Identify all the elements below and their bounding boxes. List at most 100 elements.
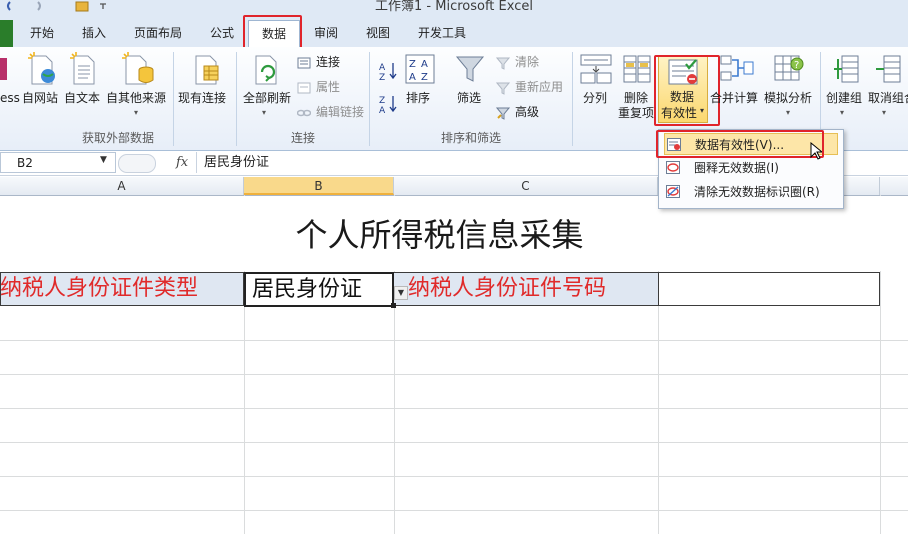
sort-label: 排序 <box>406 91 431 105</box>
refresh-all-button[interactable]: 全部刷新 ▾ <box>240 50 292 122</box>
advanced-filter-label: 高级 <box>515 105 540 119</box>
fill-handle[interactable] <box>391 303 396 308</box>
svg-text:A: A <box>379 63 386 73</box>
sort-az-icon: AZ <box>379 63 397 83</box>
what-if-analysis-button[interactable]: ? 模拟分析 ▾ <box>762 50 816 122</box>
ungroup-label: 取消组合 <box>868 91 908 105</box>
svg-text:A: A <box>379 106 386 115</box>
text-to-columns-icon <box>580 54 612 84</box>
sheet-title-cell[interactable]: 个人所得税信息采集 <box>244 210 635 260</box>
dropdown-arrow-icon: ▾ <box>134 108 139 117</box>
group-separator <box>572 52 573 146</box>
edit-links-label: 编辑链接 <box>316 105 365 119</box>
menu-item-label: 圈释无效数据(I) <box>694 161 779 175</box>
group-label-sort-filter: 排序和筛选 <box>440 131 501 145</box>
web-icon <box>28 52 55 85</box>
remove-duplicates-label-2: 重复项 <box>618 106 655 120</box>
tab-review[interactable]: 审阅 <box>306 20 346 47</box>
dropdown-arrow-icon: ▾ <box>882 108 887 117</box>
menu-item-label: 清除无效数据标识圈(R) <box>694 185 820 199</box>
column-header-a[interactable]: A <box>0 177 244 195</box>
svg-text:Z: Z <box>379 73 385 82</box>
consolidate-label: 合并计算 <box>710 91 759 105</box>
svg-text:A: A <box>421 59 428 70</box>
svg-text:Z: Z <box>421 72 428 83</box>
from-text-button[interactable]: 自文本 <box>64 50 104 122</box>
refresh-all-label: 全部刷新 <box>243 91 292 105</box>
from-access-button[interactable]: ess <box>0 50 20 122</box>
from-access-label: ess <box>0 91 20 105</box>
name-box[interactable]: B2 <box>0 152 116 173</box>
insert-function-icon[interactable]: fx <box>176 152 188 173</box>
remove-duplicates-label-1: 删除 <box>624 91 649 105</box>
cell-c2[interactable]: 纳税人身份证件号码 <box>408 273 606 305</box>
group-button[interactable]: 创建组 ▾ <box>824 50 866 122</box>
menu-item-circle-invalid[interactable]: 圈释无效数据(I) <box>664 157 838 179</box>
cell-dropdown-icon[interactable]: ▼ <box>394 286 408 300</box>
ungroup-button[interactable]: 取消组合 ▾ <box>866 50 908 122</box>
reapply-label: 重新应用 <box>515 80 564 94</box>
filter-label: 筛选 <box>457 91 482 105</box>
connections-icon <box>297 57 311 69</box>
group-icon <box>834 55 859 83</box>
existing-connection-icon <box>195 55 219 85</box>
tab-developer[interactable]: 开发工具 <box>411 20 473 47</box>
sort-button[interactable]: ZA AZ 排序 <box>403 50 435 122</box>
file-tab[interactable] <box>0 20 13 47</box>
clear-circles-icon <box>666 185 680 198</box>
consolidate-button[interactable]: 合并计算 <box>710 50 762 122</box>
reapply-icon <box>496 82 510 95</box>
gridline <box>0 408 908 409</box>
text-file-icon <box>70 52 95 85</box>
tab-home[interactable]: 开始 <box>22 20 62 47</box>
tab-data-highlight <box>243 15 302 50</box>
svg-text:Z: Z <box>379 96 385 106</box>
formula-bar-expander[interactable] <box>118 154 156 173</box>
group-label: 创建组 <box>826 91 863 105</box>
cell-a2[interactable]: 纳税人身份证件类型 <box>0 273 198 305</box>
text-to-columns-button[interactable]: 分列 <box>578 50 614 122</box>
remove-duplicates-icon <box>623 55 651 83</box>
cell-border <box>658 272 659 306</box>
text-to-columns-label: 分列 <box>583 91 608 105</box>
tab-formulas[interactable]: 公式 <box>202 20 242 47</box>
tab-insert[interactable]: 插入 <box>74 20 114 47</box>
gridline <box>0 374 908 375</box>
menu-item-highlight <box>656 130 824 158</box>
cell-b2-selected[interactable]: 居民身份证 <box>244 272 394 307</box>
filter-button[interactable]: 筛选 <box>453 50 487 122</box>
name-box-dropdown-icon[interactable]: ▼ <box>100 155 107 165</box>
gridline <box>0 442 908 443</box>
what-if-icon: ? <box>774 55 804 81</box>
properties-icon <box>297 82 311 94</box>
database-icon <box>122 52 154 85</box>
from-other-sources-button[interactable]: 自其他来源 ▾ <box>106 50 170 122</box>
svg-text:?: ? <box>794 60 799 71</box>
ungroup-icon <box>876 55 901 83</box>
svg-text:A: A <box>409 72 416 83</box>
tab-view[interactable]: 视图 <box>358 20 398 47</box>
what-if-label: 模拟分析 <box>764 91 813 105</box>
from-web-button[interactable]: 自网站 <box>22 50 62 122</box>
group-label-get-external: 获取外部数据 <box>81 131 154 145</box>
sort-ascending-button[interactable]: AZ <box>378 60 400 83</box>
column-header-e[interactable] <box>880 177 908 195</box>
menu-item-clear-circles[interactable]: 清除无效数据标识圈(R) <box>664 181 838 203</box>
dropdown-arrow-icon: ▾ <box>840 108 845 117</box>
from-other-sources-label: 自其他来源 <box>106 91 167 105</box>
filter-funnel-icon <box>455 56 485 82</box>
sort-dialog-icon: ZA AZ <box>405 54 435 84</box>
remove-duplicates-button[interactable]: 删除 重复项 <box>618 50 656 122</box>
tab-page-layout[interactable]: 页面布局 <box>127 20 189 47</box>
link-icon <box>297 109 311 117</box>
from-web-label: 自网站 <box>22 91 59 105</box>
access-icon <box>0 58 7 80</box>
column-header-b[interactable]: B <box>244 177 394 195</box>
from-text-label: 自文本 <box>64 91 101 105</box>
clear-filter-label: 清除 <box>515 55 540 69</box>
sort-descending-button[interactable]: ZA <box>378 93 400 116</box>
column-header-c[interactable]: C <box>394 177 658 195</box>
formula-input[interactable]: 居民身份证 <box>204 152 269 173</box>
dropdown-arrow-icon: ▾ <box>262 108 267 117</box>
existing-connections-button[interactable]: 现有连接 <box>178 50 234 122</box>
